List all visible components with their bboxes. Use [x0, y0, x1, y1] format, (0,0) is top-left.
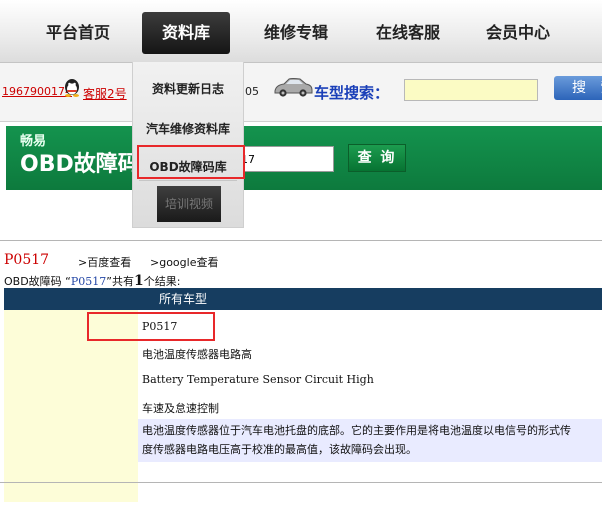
top-nav: 平台首页 资料库 维修专辑 在线客服 会员中心 [0, 0, 602, 63]
nav-online-service[interactable]: 在线客服 [362, 12, 454, 54]
row-value-meaning: 电池温度传感器电路高 [142, 348, 252, 361]
qq-icon[interactable] [63, 77, 81, 97]
table-row: Battery Temperature Sensor Circuit High [138, 365, 602, 392]
summary-mid: ”共有 [106, 275, 134, 288]
car-icon [272, 76, 314, 98]
nav-member-center[interactable]: 会员中心 [472, 12, 564, 54]
nav-library[interactable]: 资料库 [142, 12, 230, 54]
car-search-label: 车型搜索： [314, 84, 390, 102]
search-button[interactable]: 搜 索 [554, 76, 602, 100]
summary-suffix: 个结果: [143, 275, 181, 288]
google-view-link[interactable]: >google查看 [150, 254, 218, 270]
result-summary: OBD故障码 “P0517”共有1个结果: [4, 273, 180, 289]
summary-count: 1 [133, 273, 144, 289]
info-bar: 1967900174 客服2号 205 车型搜索： 搜 索 [0, 63, 602, 122]
table-row: 电池温度传感器电路高 [138, 338, 602, 365]
table-header: 所有车型 [4, 288, 602, 310]
phone-link[interactable]: 1967900174 [2, 85, 72, 98]
car-search-input[interactable] [404, 79, 538, 101]
summary-prefix: OBD故障码 “ [4, 275, 71, 288]
obd-banner: 畅易 OBD故障码 17 查 询 [6, 126, 602, 190]
result-code-title: P0517 [4, 252, 50, 268]
divider [0, 240, 602, 241]
table-header-label: 所有车型 [159, 292, 208, 306]
obd-library-highlight-box [137, 145, 245, 179]
row-value-english: Battery Temperature Sensor Circuit High [142, 373, 374, 386]
nav-home[interactable]: 平台首页 [32, 12, 124, 54]
query-button[interactable]: 查 询 [348, 144, 406, 172]
divider [0, 482, 602, 483]
row-value-knowledge: 电池温度传感器位于汽车电池托盘的底部。它的主要作用是将电池温度以电信号的形式传 … [142, 421, 571, 459]
obd-code-input[interactable]: 17 [234, 146, 334, 172]
row-value-category: 车速及怠速控制 [142, 402, 219, 415]
summary-code: P0517 [70, 275, 107, 288]
knowledge-line-1: 电池温度传感器位于汽车电池托盘的底部。它的主要作用是将电池温度以电信号的形式传 [142, 424, 571, 437]
table-row: 电池温度传感器位于汽车电池托盘的底部。它的主要作用是将电池温度以电信号的形式传 … [138, 419, 602, 462]
baidu-view-link[interactable]: >百度查看 [78, 254, 131, 270]
qq-service-link[interactable]: 客服2号 [83, 85, 127, 102]
knowledge-line-2: 度传感器电路电压高于校准的最高值，该故障码会出现。 [142, 443, 417, 456]
table-row: 车速及怠速控制 [138, 392, 602, 419]
code-row-highlight-box [87, 312, 215, 341]
dropdown-item-update-log[interactable]: 资料更新日志 [133, 80, 243, 97]
dropdown-item-repair-library[interactable]: 汽车维修资料库 [133, 120, 243, 137]
banner-title: OBD故障码 [20, 152, 140, 177]
dropdown-divider [139, 180, 237, 181]
nav-repair-album[interactable]: 维修专辑 [250, 12, 342, 54]
dropdown-item-training-video[interactable]: 培训视频 [157, 186, 221, 222]
